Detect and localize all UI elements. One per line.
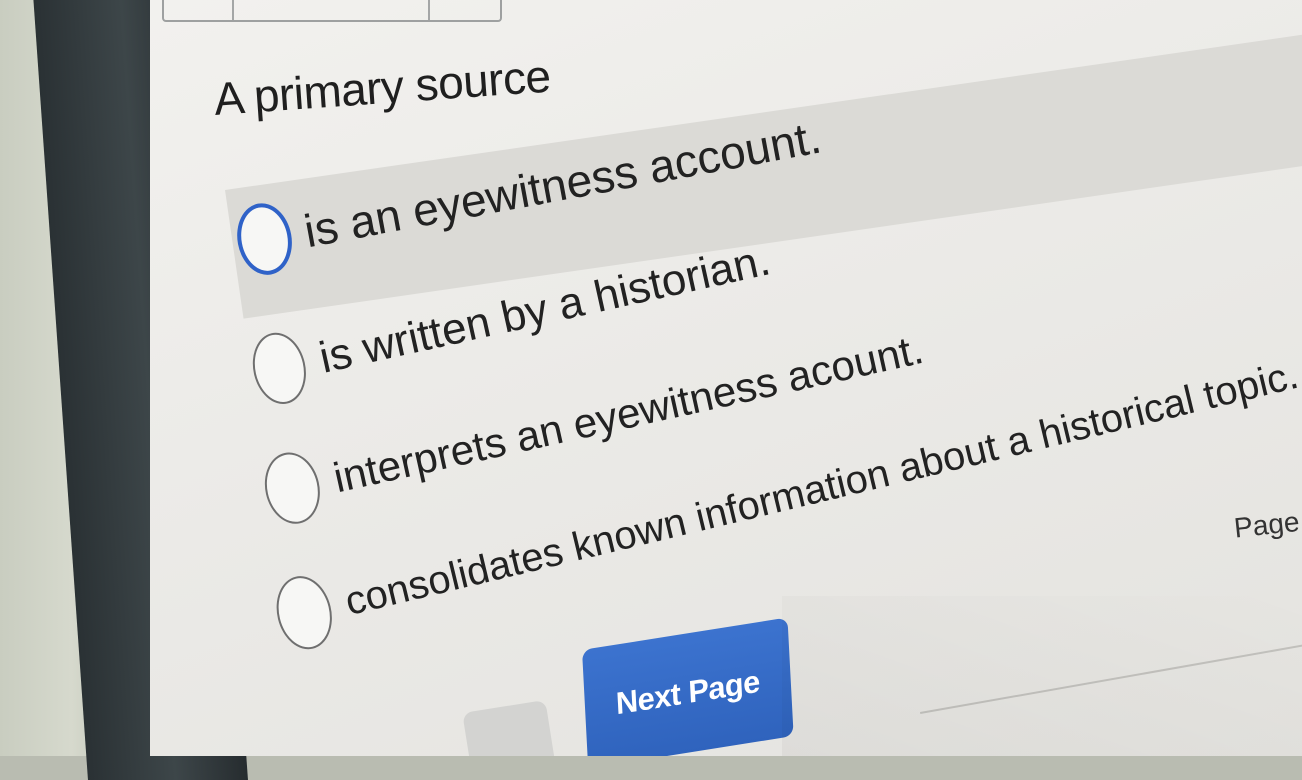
previous-page-button[interactable]	[462, 699, 558, 756]
quiz-content: A primary source is an eyewitness accoun…	[150, 0, 1302, 756]
content-divider	[920, 607, 1302, 714]
radio-button-icon[interactable]	[258, 447, 327, 530]
next-page-button[interactable]: Next Page	[582, 617, 794, 756]
top-tab-bar	[162, 0, 502, 22]
radio-button-icon[interactable]	[246, 327, 313, 410]
radio-button-icon[interactable]	[269, 570, 340, 655]
tab-divider	[232, 0, 234, 20]
tab-divider	[428, 0, 430, 20]
question-text: A primary source	[212, 49, 553, 125]
quiz-screen: A primary source is an eyewitness accoun…	[150, 0, 1302, 756]
radio-button-icon[interactable]	[231, 198, 298, 280]
page-indicator: Page 6	[1232, 503, 1302, 544]
